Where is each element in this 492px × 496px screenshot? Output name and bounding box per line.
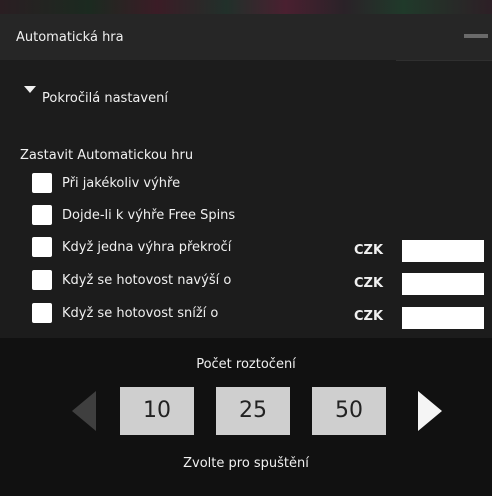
stop-autoplay-title: Zastavit Automatickou hru: [20, 148, 194, 163]
spin-option-50[interactable]: 50: [312, 387, 386, 435]
amount-field-balance-decrease[interactable]: [402, 307, 484, 329]
currency-label: CZK: [354, 309, 384, 324]
advanced-settings-toggle[interactable]: Pokročilá nastavení: [42, 91, 168, 106]
checkbox-balance-decreases[interactable]: [32, 303, 52, 323]
checkbox-label-any-win: Při jakékoliv výhře: [62, 176, 181, 191]
minimize-icon[interactable]: [464, 34, 488, 38]
checkbox-label-balance-increases: Když se hotovost navýší o: [62, 273, 232, 288]
start-hint: Zvolte pro spuštění: [183, 456, 309, 471]
checkbox-single-win-exceeds[interactable]: [32, 237, 52, 257]
checkbox-label-balance-decreases: Když se hotovost sníží o: [62, 306, 219, 321]
panel-title: Automatická hra: [16, 30, 124, 45]
arrow-left-icon[interactable]: [72, 391, 96, 431]
checkbox-any-win[interactable]: [32, 173, 52, 193]
currency-label: CZK: [354, 243, 384, 258]
checkbox-label-free-spins: Dojde-li k výhře Free Spins: [62, 208, 236, 223]
spin-option-10[interactable]: 10: [120, 387, 194, 435]
spin-count-title: Počet roztočení: [196, 357, 296, 372]
header-divider: [396, 60, 492, 61]
game-background-strip: [0, 0, 492, 14]
checkbox-balance-increases[interactable]: [32, 270, 52, 290]
amount-field-balance-increase[interactable]: [402, 273, 484, 295]
arrow-right-icon[interactable]: [418, 391, 442, 431]
checkbox-free-spins[interactable]: [32, 205, 52, 225]
currency-label: CZK: [354, 276, 384, 291]
amount-field-single-win[interactable]: [402, 240, 484, 262]
spin-option-25[interactable]: 25: [216, 387, 290, 435]
triangle-down-icon[interactable]: [24, 86, 36, 93]
checkbox-label-single-win-exceeds: Když jedna výhra překročí: [62, 240, 232, 255]
